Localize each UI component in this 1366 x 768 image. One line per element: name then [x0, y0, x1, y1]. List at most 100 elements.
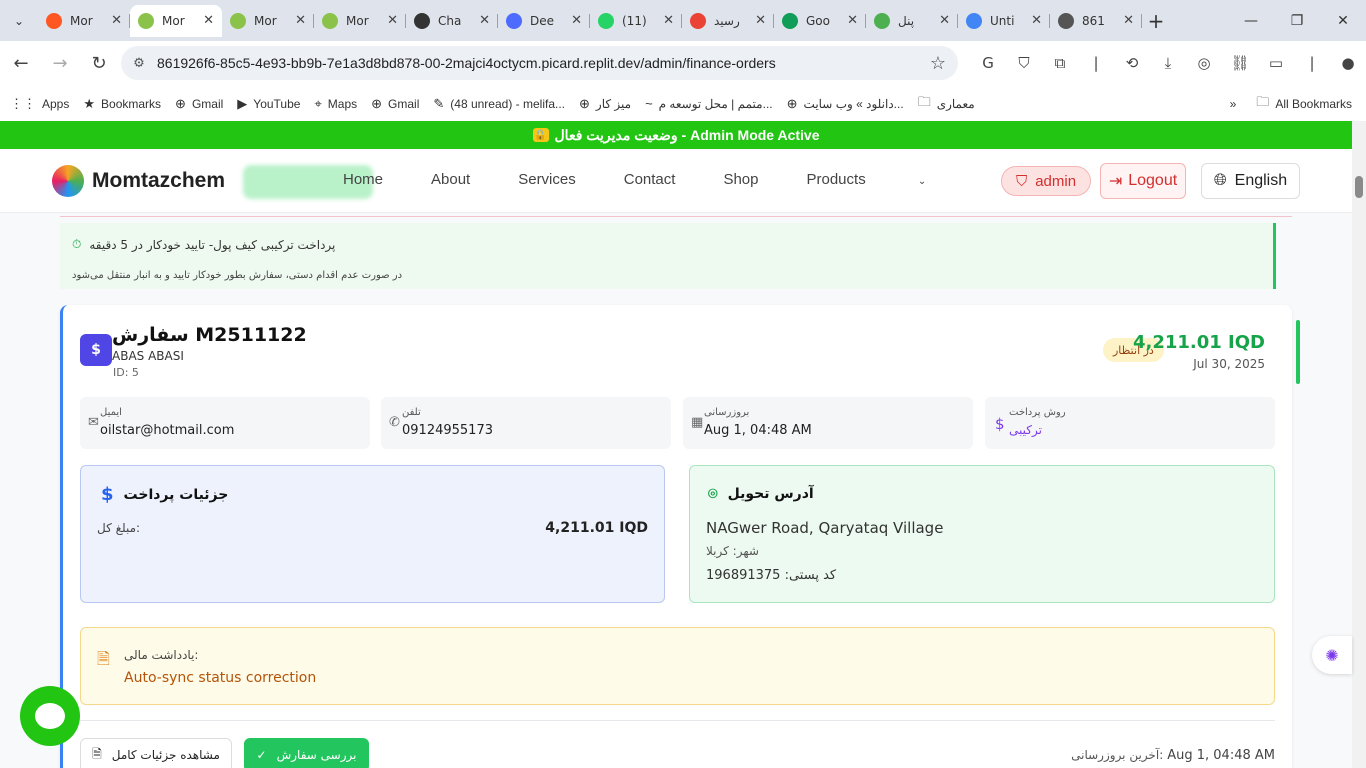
- address-bar[interactable]: ⚙ 861926f6-85c5-4e93-bb9b-7e1a3d8bd878-0…: [121, 46, 958, 80]
- tab-close-icon[interactable]: ✕: [663, 13, 674, 28]
- updated-label: بروزرسانی: [704, 407, 750, 418]
- logout-icon: ⇥: [1108, 173, 1123, 190]
- browser-tab[interactable]: Mor ✕: [130, 4, 222, 37]
- link-icon[interactable]: ⛓: [1222, 49, 1258, 77]
- shield-extension-icon[interactable]: ⛉: [1006, 49, 1042, 77]
- bookmark-label: Gmail: [388, 96, 420, 111]
- bookmark-favicon-icon: ★: [83, 95, 96, 111]
- bookmark-item[interactable]: 🗀 معماری: [918, 93, 975, 115]
- tab-search-chevron-icon[interactable]: ⌄: [0, 0, 38, 41]
- nav-home[interactable]: Home: [343, 171, 383, 188]
- browser-tab[interactable]: Mor ✕: [38, 5, 130, 37]
- tab-close-icon[interactable]: ✕: [1123, 13, 1134, 28]
- new-tab-button[interactable]: +: [1142, 9, 1170, 33]
- reload-icon[interactable]: ↻: [81, 46, 117, 82]
- language-button[interactable]: 🌐︎ English: [1201, 163, 1300, 199]
- all-bookmarks-label: All Bookmarks: [1275, 96, 1352, 111]
- nav-contact[interactable]: Contact: [624, 171, 676, 188]
- browser-toolbar: ← → ↻ ⚙ 861926f6-85c5-4e93-bb9b-7e1a3d8b…: [0, 41, 1366, 86]
- tab-close-icon[interactable]: ✕: [571, 13, 582, 28]
- browser-tab[interactable]: (11) ✕: [590, 5, 682, 37]
- bookmark-item[interactable]: ⊕ Gmail: [175, 96, 223, 112]
- all-bookmarks[interactable]: 🗀 All Bookmarks: [1256, 93, 1352, 115]
- nav-products[interactable]: Products ⌄: [807, 171, 975, 188]
- admin-badge[interactable]: ⛉ admin: [1001, 166, 1091, 196]
- devices-icon[interactable]: ▭: [1258, 49, 1294, 77]
- logout-button[interactable]: ⇥ Logout: [1100, 163, 1186, 199]
- back-icon[interactable]: ←: [3, 46, 39, 82]
- chat-widget-button[interactable]: [20, 686, 80, 746]
- browser-tab[interactable]: پنل ✕: [866, 5, 958, 37]
- bookmark-item[interactable]: ★ Bookmarks: [83, 96, 161, 112]
- tab-close-icon[interactable]: ✕: [295, 13, 306, 28]
- address-postal: کد پستی: 196891375: [706, 568, 837, 583]
- view-details-button[interactable]: 🗎 مشاهده جزئیات کامل: [80, 738, 232, 768]
- tab-close-icon[interactable]: ✕: [755, 13, 766, 28]
- tab-close-icon[interactable]: ✕: [203, 13, 214, 28]
- download-icon[interactable]: ⤓: [1150, 49, 1186, 77]
- address-line: NAGwer Road, Qaryataq Village: [706, 519, 944, 537]
- tab-favicon-icon: [1058, 12, 1074, 29]
- nav-about[interactable]: About: [431, 171, 470, 188]
- nav-shop[interactable]: Shop: [723, 171, 758, 188]
- file-icon: 🗎: [92, 746, 102, 761]
- logo-icon[interactable]: [52, 165, 84, 197]
- bookmark-star-icon[interactable]: ☆: [918, 53, 958, 74]
- forward-icon[interactable]: →: [42, 46, 78, 82]
- bookmark-item[interactable]: ⋮⋮ Apps: [10, 96, 69, 112]
- tab-favicon-icon: [138, 12, 154, 29]
- url-text[interactable]: 861926f6-85c5-4e93-bb9b-7e1a3d8bd878-00-…: [157, 55, 918, 71]
- browser-tab[interactable]: Goo ✕: [774, 5, 866, 37]
- browser-tab[interactable]: رسید ✕: [682, 5, 774, 37]
- screenshot-icon[interactable]: ◎: [1186, 49, 1222, 77]
- browser-tab[interactable]: 861 ✕: [1050, 5, 1142, 37]
- total-label: مبلغ کل:: [97, 521, 141, 535]
- browser-tab[interactable]: Mor ✕: [222, 5, 314, 37]
- translate-icon[interactable]: G: [970, 49, 1006, 77]
- admin-mode-bar: 🔒 وضعیت مدیریت فعال - Admin Mode Active: [0, 121, 1352, 149]
- bookmark-item[interactable]: ▶ YouTube: [237, 96, 300, 112]
- browser-tab[interactable]: Unti ✕: [958, 5, 1050, 37]
- total-value: 4,211.01 IQD: [545, 520, 648, 536]
- more-bookmarks-icon[interactable]: »: [1230, 97, 1237, 111]
- history-icon[interactable]: ⟲: [1114, 49, 1150, 77]
- nav-services[interactable]: Services: [518, 171, 576, 188]
- browser-tab[interactable]: Cha ✕: [406, 5, 498, 37]
- phone-icon: ✆: [389, 415, 400, 430]
- page-scrollbar[interactable]: [1352, 121, 1366, 768]
- bookmark-item[interactable]: ⊕ میز کار: [579, 96, 631, 112]
- bookmark-item[interactable]: ⊕ Gmail: [371, 96, 419, 112]
- bookmark-item[interactable]: ✎ (48 unread) - melifa...: [433, 96, 565, 112]
- notice-line2: در صورت عدم اقدام دستی، سفارش بطور خودکا…: [72, 270, 403, 281]
- tab-close-icon[interactable]: ✕: [479, 13, 490, 28]
- scrollbar-thumb[interactable]: [1355, 176, 1363, 198]
- close-window-icon[interactable]: ✕: [1320, 0, 1366, 41]
- main-content: ⏱ پرداخت ترکیبی کیف پول- تایید خودکار در…: [0, 213, 1352, 768]
- bookmark-item[interactable]: ~ متمم | محل توسعه م...: [645, 96, 773, 111]
- ai-assistant-icon[interactable]: ✺: [1312, 636, 1352, 674]
- extensions-icon[interactable]: ⧉: [1042, 49, 1078, 77]
- last-update-value: Aug 1, 04:48 AM: [1167, 748, 1275, 763]
- tab-close-icon[interactable]: ✕: [111, 13, 122, 28]
- profile-avatar[interactable]: ●: [1330, 49, 1366, 77]
- tab-close-icon[interactable]: ✕: [847, 13, 858, 28]
- payment-method-box: $ روش پرداخت ترکیبی: [985, 397, 1275, 449]
- minimize-icon[interactable]: —: [1228, 0, 1274, 41]
- tab-title: Unti: [990, 13, 1015, 28]
- review-order-button[interactable]: ✓ بررسی سفارش: [244, 738, 369, 768]
- tab-close-icon[interactable]: ✕: [939, 13, 950, 28]
- divider: |: [1093, 54, 1099, 72]
- brand-name[interactable]: Momtazchem: [92, 169, 225, 193]
- bookmark-favicon-icon: ⌖: [314, 95, 322, 111]
- restore-icon[interactable]: ❐: [1274, 0, 1320, 41]
- bookmark-item[interactable]: ⊕ دانلود » وب سایت...: [787, 96, 904, 112]
- bookmark-item[interactable]: ⌖ Maps: [314, 96, 357, 112]
- tab-favicon-icon: [874, 12, 890, 29]
- order-card: $ سفارش M2511122 ABAS ABASI ID: 5 در انت…: [60, 305, 1300, 768]
- tab-close-icon[interactable]: ✕: [1031, 13, 1042, 28]
- browser-tab[interactable]: Dee ✕: [498, 5, 590, 37]
- tab-close-icon[interactable]: ✕: [387, 13, 398, 28]
- tab-title: (11): [622, 13, 647, 28]
- browser-tab[interactable]: Mor ✕: [314, 5, 406, 37]
- site-info-icon[interactable]: ⚙: [121, 56, 157, 71]
